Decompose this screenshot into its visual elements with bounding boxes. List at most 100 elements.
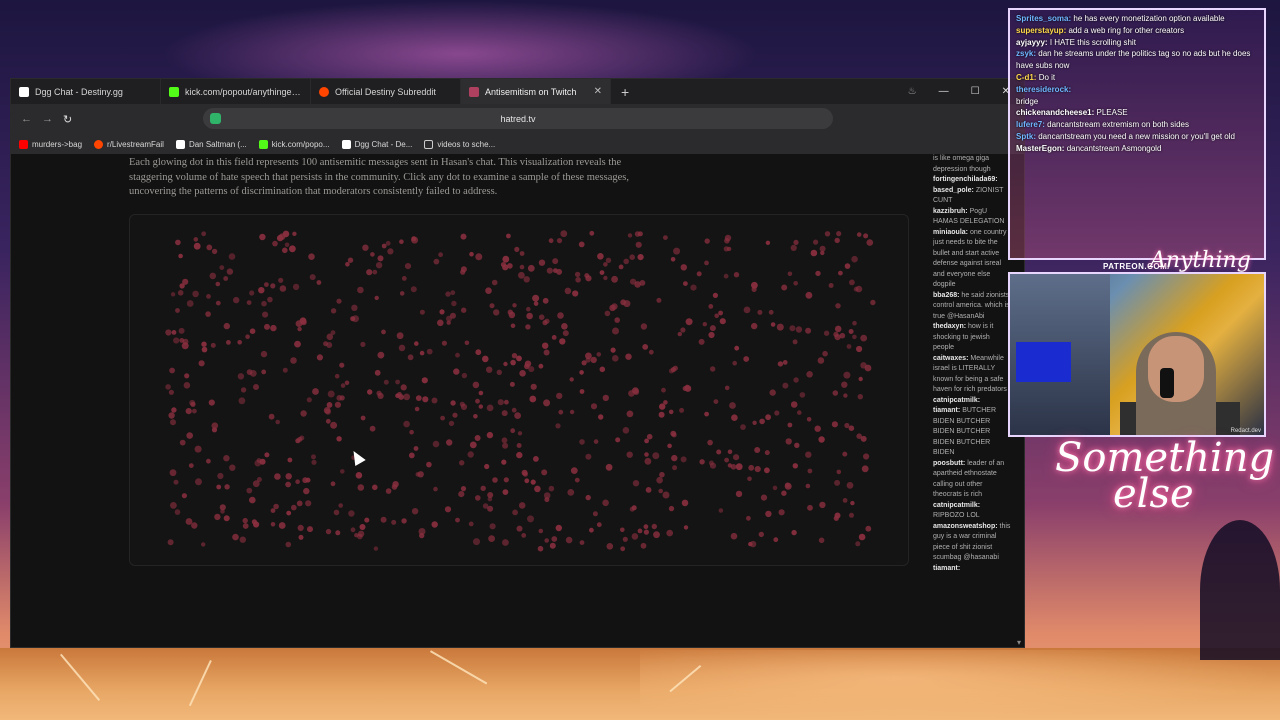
minimize-icon[interactable]: — xyxy=(939,86,949,97)
message-dot[interactable] xyxy=(792,463,798,469)
message-dot[interactable] xyxy=(334,401,341,408)
message-dot[interactable] xyxy=(431,521,438,528)
message-dot[interactable] xyxy=(704,238,710,244)
message-dot[interactable] xyxy=(201,542,206,547)
message-dot[interactable] xyxy=(469,251,474,257)
message-dot[interactable] xyxy=(455,352,460,358)
message-dot[interactable] xyxy=(718,310,723,316)
message-dot[interactable] xyxy=(634,231,641,237)
message-dot[interactable] xyxy=(246,487,253,494)
message-dot[interactable] xyxy=(658,488,663,494)
message-dot[interactable] xyxy=(297,436,303,442)
message-dot[interactable] xyxy=(805,451,812,458)
message-dot[interactable] xyxy=(206,458,211,464)
message-dot[interactable] xyxy=(538,363,544,369)
message-dot[interactable] xyxy=(612,327,619,335)
message-dot[interactable] xyxy=(856,345,863,353)
message-dot[interactable] xyxy=(249,290,255,296)
message-dot[interactable] xyxy=(279,285,287,292)
message-dot[interactable] xyxy=(401,276,407,281)
chat-username[interactable]: catnipcatmilk: xyxy=(933,397,980,404)
message-dot[interactable] xyxy=(302,477,309,484)
message-dot[interactable] xyxy=(357,484,365,491)
message-dot[interactable] xyxy=(186,300,194,307)
message-dot[interactable] xyxy=(537,545,544,552)
message-dot[interactable] xyxy=(631,533,639,540)
message-dot[interactable] xyxy=(233,296,240,304)
message-dot[interactable] xyxy=(852,320,857,326)
message-dot[interactable] xyxy=(844,422,850,429)
message-dot[interactable] xyxy=(415,472,421,477)
message-dot[interactable] xyxy=(211,248,218,255)
message-dot[interactable] xyxy=(411,508,419,515)
message-dot[interactable] xyxy=(770,322,776,327)
message-dot[interactable] xyxy=(297,326,302,332)
message-dot[interactable] xyxy=(355,472,363,479)
message-dot[interactable] xyxy=(374,295,379,301)
message-dot[interactable] xyxy=(444,506,452,513)
message-dot[interactable] xyxy=(772,485,778,491)
message-dot[interactable] xyxy=(842,451,848,457)
message-dot[interactable] xyxy=(858,376,863,382)
message-dot[interactable] xyxy=(527,515,534,523)
message-dot[interactable] xyxy=(460,233,467,240)
message-dot[interactable] xyxy=(681,499,689,507)
message-dot[interactable] xyxy=(258,287,265,294)
message-dot[interactable] xyxy=(291,504,297,511)
message-dot[interactable] xyxy=(538,314,545,320)
chat-username[interactable]: catnipcatmilk: xyxy=(933,502,980,509)
message-dot[interactable] xyxy=(698,338,705,345)
message-dot[interactable] xyxy=(168,412,175,419)
message-dot[interactable] xyxy=(411,236,419,244)
message-dot[interactable] xyxy=(622,536,628,542)
message-dot[interactable] xyxy=(486,404,494,412)
message-dot[interactable] xyxy=(765,240,771,245)
message-dot[interactable] xyxy=(806,417,812,422)
message-dot[interactable] xyxy=(339,362,345,368)
message-dot[interactable] xyxy=(201,231,207,237)
message-dot[interactable] xyxy=(326,402,333,408)
message-dot[interactable] xyxy=(340,383,346,388)
message-dot[interactable] xyxy=(300,319,307,326)
message-dot[interactable] xyxy=(813,239,819,245)
message-dot[interactable] xyxy=(201,341,207,347)
message-dot[interactable] xyxy=(834,479,841,486)
message-dot[interactable] xyxy=(336,298,342,304)
message-dot[interactable] xyxy=(338,503,343,508)
message-dot[interactable] xyxy=(833,515,839,521)
message-dot[interactable] xyxy=(287,457,293,463)
message-dot[interactable] xyxy=(472,381,480,389)
message-dot[interactable] xyxy=(232,533,239,541)
message-dot[interactable] xyxy=(415,395,422,401)
message-dot[interactable] xyxy=(605,463,613,471)
message-dot[interactable] xyxy=(414,341,419,346)
message-dot[interactable] xyxy=(380,516,387,523)
message-dot[interactable] xyxy=(226,268,234,275)
message-dot[interactable] xyxy=(344,380,350,386)
message-dot[interactable] xyxy=(448,420,455,427)
message-dot[interactable] xyxy=(856,433,862,439)
message-dot[interactable] xyxy=(716,449,722,455)
bookmark-livestreamfail[interactable]: r/LivestreamFail xyxy=(94,139,164,149)
message-dot[interactable] xyxy=(282,247,288,254)
message-dot[interactable] xyxy=(690,284,697,291)
message-dot[interactable] xyxy=(223,515,230,522)
message-dot[interactable] xyxy=(347,257,354,263)
message-dot[interactable] xyxy=(592,511,598,517)
message-dot[interactable] xyxy=(634,281,641,288)
message-dot[interactable] xyxy=(311,454,316,460)
message-dot[interactable] xyxy=(643,529,650,535)
message-dot[interactable] xyxy=(224,484,230,490)
message-dot[interactable] xyxy=(327,390,335,398)
message-dot[interactable] xyxy=(822,350,828,357)
message-dot[interactable] xyxy=(526,312,533,320)
message-dot[interactable] xyxy=(292,231,297,236)
message-dot[interactable] xyxy=(805,327,812,334)
message-dot[interactable] xyxy=(399,239,404,244)
message-dot[interactable] xyxy=(181,342,189,350)
message-dot[interactable] xyxy=(532,294,540,302)
message-dot[interactable] xyxy=(709,325,716,332)
message-dot[interactable] xyxy=(778,509,785,516)
message-dot[interactable] xyxy=(433,258,440,265)
message-dot[interactable] xyxy=(398,394,404,400)
